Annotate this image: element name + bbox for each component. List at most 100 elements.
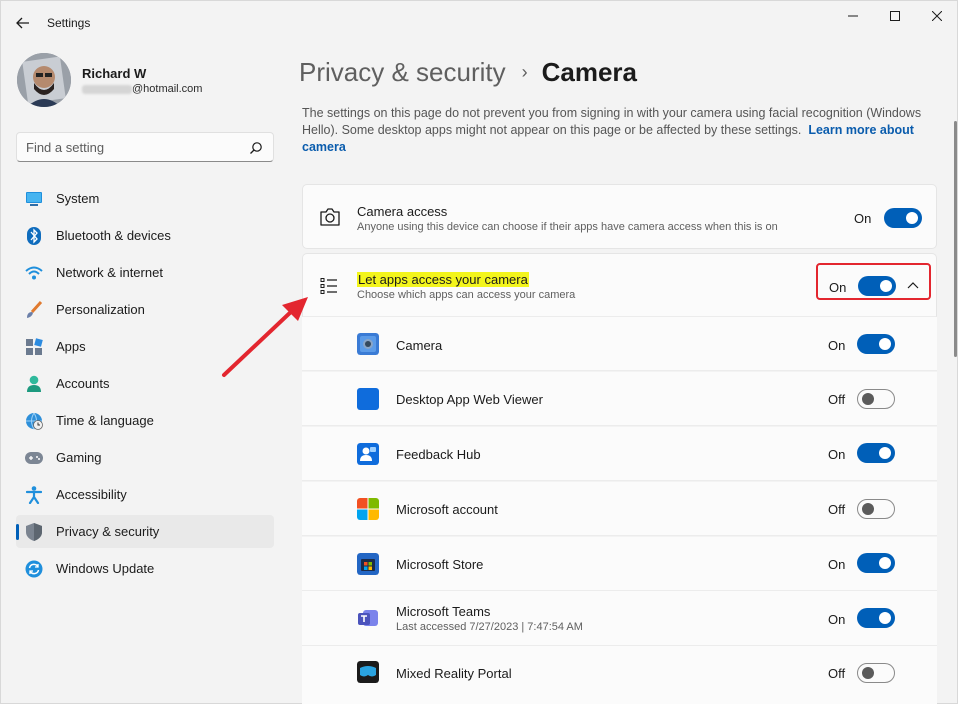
title-bar: Settings bbox=[1, 1, 957, 45]
sidebar-item-accessibility[interactable]: Accessibility bbox=[16, 478, 274, 511]
sidebar-item-label: Bluetooth & devices bbox=[56, 228, 171, 243]
app-title: Settings bbox=[47, 16, 91, 30]
globe-clock-icon bbox=[25, 412, 43, 430]
sidebar-item-label: Network & internet bbox=[56, 265, 163, 280]
user-photo bbox=[17, 53, 71, 107]
camera-app-icon bbox=[357, 333, 379, 355]
microsoft-logo-icon bbox=[357, 498, 379, 520]
toggle-knob bbox=[862, 667, 874, 679]
sidebar-item-label: Privacy & security bbox=[56, 524, 160, 539]
email-domain: @hotmail.com bbox=[132, 83, 203, 95]
apps-icon bbox=[25, 338, 43, 356]
app-state: On bbox=[828, 557, 846, 572]
page-title: Camera bbox=[541, 56, 638, 87]
search-input[interactable] bbox=[26, 139, 246, 156]
app-row-mixed-reality-portal: Mixed Reality Portal Off bbox=[302, 646, 937, 704]
sidebar-item-label: Accessibility bbox=[56, 487, 127, 502]
close-icon bbox=[932, 11, 942, 21]
app-row-microsoft-teams: Microsoft Teams Last accessed 7/27/2023 … bbox=[302, 591, 937, 646]
sidebar-item-label: Personalization bbox=[56, 302, 145, 317]
sidebar-item-label: Windows Update bbox=[56, 561, 155, 576]
camera-access-card: Camera access Anyone using this device c… bbox=[302, 184, 937, 249]
app-state: On bbox=[828, 338, 846, 353]
scrollbar[interactable] bbox=[954, 121, 957, 357]
user-email: @hotmail.com bbox=[82, 83, 202, 95]
sidebar-item-network[interactable]: Network & internet bbox=[16, 256, 274, 289]
sidebar-item-system[interactable]: System bbox=[16, 182, 274, 215]
app-name: Camera bbox=[396, 338, 443, 353]
maximize-button[interactable] bbox=[873, 1, 917, 31]
breadcrumb: Privacy & security › Camera bbox=[299, 55, 637, 89]
update-icon bbox=[25, 560, 43, 578]
camera-access-title: Camera access bbox=[357, 204, 448, 219]
annotation-highlight-box bbox=[816, 263, 931, 300]
sidebar-nav: System Bluetooth & devices Network & int… bbox=[16, 182, 274, 589]
sidebar-item-label: System bbox=[56, 191, 100, 206]
apps-access-subtitle: Choose which apps can access your camera bbox=[357, 289, 576, 301]
app-name: Feedback Hub bbox=[396, 447, 481, 462]
app-name: Microsoft account bbox=[396, 502, 498, 517]
microsoft-store-icon bbox=[357, 553, 379, 575]
camera-access-state: On bbox=[854, 211, 872, 226]
close-button[interactable] bbox=[915, 1, 958, 31]
shield-icon bbox=[25, 523, 43, 541]
app-last-accessed: Last accessed 7/27/2023 | 7:47:54 AM bbox=[396, 621, 583, 633]
system-icon bbox=[25, 190, 43, 208]
app-toggle[interactable] bbox=[857, 443, 895, 463]
sidebar-item-label: Apps bbox=[56, 339, 86, 354]
camera-access-toggle[interactable] bbox=[884, 208, 922, 228]
accessibility-icon bbox=[25, 486, 43, 504]
highlighted-title: Let apps access your camera bbox=[357, 272, 529, 287]
app-state: Off bbox=[828, 502, 846, 517]
sidebar-item-label: Time & language bbox=[56, 413, 154, 428]
app-name: Mixed Reality Portal bbox=[396, 666, 512, 681]
app-row-camera: Camera On bbox=[302, 317, 937, 371]
list-icon bbox=[320, 278, 337, 294]
breadcrumb-separator: › bbox=[521, 61, 528, 82]
app-toggle[interactable] bbox=[857, 553, 895, 573]
avatar[interactable] bbox=[17, 53, 71, 107]
camera-access-subtitle: Anyone using this device can choose if t… bbox=[357, 221, 778, 233]
breadcrumb-parent[interactable]: Privacy & security bbox=[299, 57, 506, 88]
apps-access-title: Let apps access your camera bbox=[357, 272, 529, 287]
sidebar-item-label: Accounts bbox=[56, 376, 110, 391]
app-state: On bbox=[828, 612, 846, 627]
toggle-knob bbox=[879, 612, 891, 624]
app-toggle[interactable] bbox=[857, 608, 895, 628]
app-toggle[interactable] bbox=[857, 663, 895, 683]
app-row-feedback-hub: Feedback Hub On bbox=[302, 427, 937, 481]
app-row-desktop-app-web-viewer: Desktop App Web Viewer Off bbox=[302, 372, 937, 426]
sidebar-item-time-language[interactable]: Time & language bbox=[16, 404, 274, 437]
toggle-knob bbox=[879, 338, 891, 350]
person-icon bbox=[25, 375, 43, 393]
sidebar-item-windows-update[interactable]: Windows Update bbox=[16, 552, 274, 585]
toggle-knob bbox=[906, 212, 918, 224]
app-state: Off bbox=[828, 666, 846, 681]
camera-icon bbox=[320, 208, 340, 226]
feedback-hub-app-icon bbox=[357, 443, 379, 465]
sidebar-item-privacy-security[interactable]: Privacy & security bbox=[16, 515, 274, 548]
app-row-microsoft-store: Microsoft Store On bbox=[302, 537, 937, 591]
app-toggle[interactable] bbox=[857, 334, 895, 354]
gamepad-icon bbox=[25, 449, 43, 467]
settings-window: Settings Richard W @hotmail.com Find a s… bbox=[0, 0, 958, 704]
back-button[interactable] bbox=[11, 12, 35, 34]
toggle-knob bbox=[879, 557, 891, 569]
search-box[interactable] bbox=[16, 132, 274, 162]
redacted-email bbox=[82, 84, 132, 94]
app-toggle[interactable] bbox=[857, 389, 895, 409]
microsoft-teams-icon bbox=[358, 610, 378, 626]
sidebar-item-label: Gaming bbox=[56, 450, 102, 465]
minimize-icon bbox=[848, 15, 858, 17]
info-text: The settings on this page do not prevent… bbox=[302, 105, 924, 156]
sidebar-item-bluetooth[interactable]: Bluetooth & devices bbox=[16, 219, 274, 252]
minimize-button[interactable] bbox=[831, 1, 875, 31]
search-icon[interactable] bbox=[249, 141, 263, 155]
web-viewer-app-icon bbox=[357, 388, 379, 410]
sidebar-item-gaming[interactable]: Gaming bbox=[16, 441, 274, 474]
back-arrow-icon bbox=[16, 17, 29, 29]
bluetooth-icon bbox=[25, 227, 43, 245]
app-toggle[interactable] bbox=[857, 499, 895, 519]
toggle-knob bbox=[862, 393, 874, 405]
app-state: Off bbox=[828, 392, 846, 407]
